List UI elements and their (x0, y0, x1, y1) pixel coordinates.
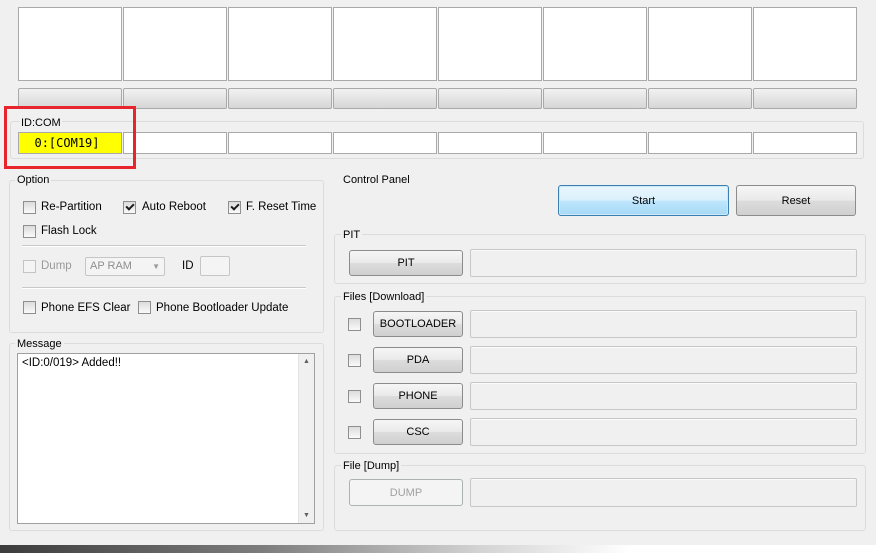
port-progress-bar (123, 88, 227, 109)
port-status-cell (228, 7, 332, 81)
port-status-cell (438, 7, 542, 81)
auto-reboot-checkbox[interactable] (123, 201, 136, 214)
port-progress-bar (648, 88, 752, 109)
pit-title: PIT (341, 229, 363, 241)
file-path-field (470, 310, 857, 338)
dump-id-label: ID (182, 260, 194, 272)
port-progress-bar (228, 88, 332, 109)
pit-file-path (470, 249, 857, 277)
com-port-cell (228, 132, 332, 154)
dump-file-path (470, 478, 857, 507)
message-log[interactable]: <ID:0/019> Added!! ▲ ▼ (17, 353, 315, 524)
file-path-field (470, 382, 857, 410)
com-port-cell (753, 132, 857, 154)
phone-bootloader-update-label: Phone Bootloader Update (156, 302, 289, 314)
com-port-cell (438, 132, 542, 154)
chevron-down-icon: ▼ (152, 262, 160, 271)
file-checkbox[interactable] (348, 354, 361, 367)
option-separator-1 (22, 245, 306, 247)
file-path-field (470, 346, 857, 374)
reset-button[interactable]: Reset (736, 185, 856, 216)
dump-target-select[interactable]: AP RAM ▼ (85, 257, 165, 276)
file-dump-title: File [Dump] (341, 460, 402, 472)
message-text: <ID:0/019> Added!! (22, 357, 122, 369)
option-separator-2 (22, 287, 306, 289)
file-checkbox[interactable] (348, 318, 361, 331)
message-title: Message (15, 338, 64, 350)
dump-checkbox[interactable] (23, 260, 36, 273)
port-status-cell (123, 7, 227, 81)
com-port-cell (123, 132, 227, 154)
files-download-title: Files [Download] (341, 291, 427, 303)
phone-bootloader-update-checkbox[interactable] (138, 301, 151, 314)
f-reset-time-checkbox[interactable] (228, 201, 241, 214)
phone-efs-clear-checkbox[interactable] (23, 301, 36, 314)
control-panel-title: Control Panel (341, 174, 412, 186)
scroll-up-icon[interactable]: ▲ (299, 358, 314, 365)
re-partition-checkbox[interactable] (23, 201, 36, 214)
pit-button[interactable]: PIT (349, 250, 463, 276)
file-checkbox[interactable] (348, 390, 361, 403)
port-status-cell (543, 7, 647, 81)
com-port-cell (543, 132, 647, 154)
file-select-button[interactable]: CSC (373, 419, 463, 445)
scroll-down-icon[interactable]: ▼ (299, 512, 314, 519)
port-status-cell (753, 7, 857, 81)
start-button[interactable]: Start (558, 185, 729, 216)
message-scrollbar[interactable]: ▲ ▼ (298, 354, 314, 523)
dump-label: Dump (41, 260, 72, 272)
file-path-field (470, 418, 857, 446)
file-select-button[interactable]: PDA (373, 347, 463, 373)
flash-lock-label: Flash Lock (41, 225, 97, 237)
re-partition-label: Re-Partition (41, 201, 102, 213)
port-progress-bar (543, 88, 647, 109)
flash-lock-checkbox[interactable] (23, 225, 36, 238)
com-port-cell (333, 132, 437, 154)
window-bottom-edge (0, 545, 876, 553)
dump-id-input[interactable] (200, 256, 230, 276)
option-title: Option (15, 174, 52, 186)
port-progress-bar (333, 88, 437, 109)
f-reset-time-label: F. Reset Time (246, 201, 317, 213)
file-select-button[interactable]: PHONE (373, 383, 463, 409)
highlight-annotation (4, 106, 136, 169)
phone-efs-clear-label: Phone EFS Clear (41, 302, 131, 314)
port-status-cell (18, 7, 122, 81)
port-progress-bar (753, 88, 857, 109)
com-port-cell (648, 132, 752, 154)
auto-reboot-label: Auto Reboot (142, 201, 206, 213)
dump-target-value: AP RAM (90, 260, 132, 272)
dump-button[interactable]: DUMP (349, 479, 463, 506)
file-checkbox[interactable] (348, 426, 361, 439)
port-status-cell (333, 7, 437, 81)
file-select-button[interactable]: BOOTLOADER (373, 311, 463, 337)
port-progress-bar (438, 88, 542, 109)
port-status-cell (648, 7, 752, 81)
